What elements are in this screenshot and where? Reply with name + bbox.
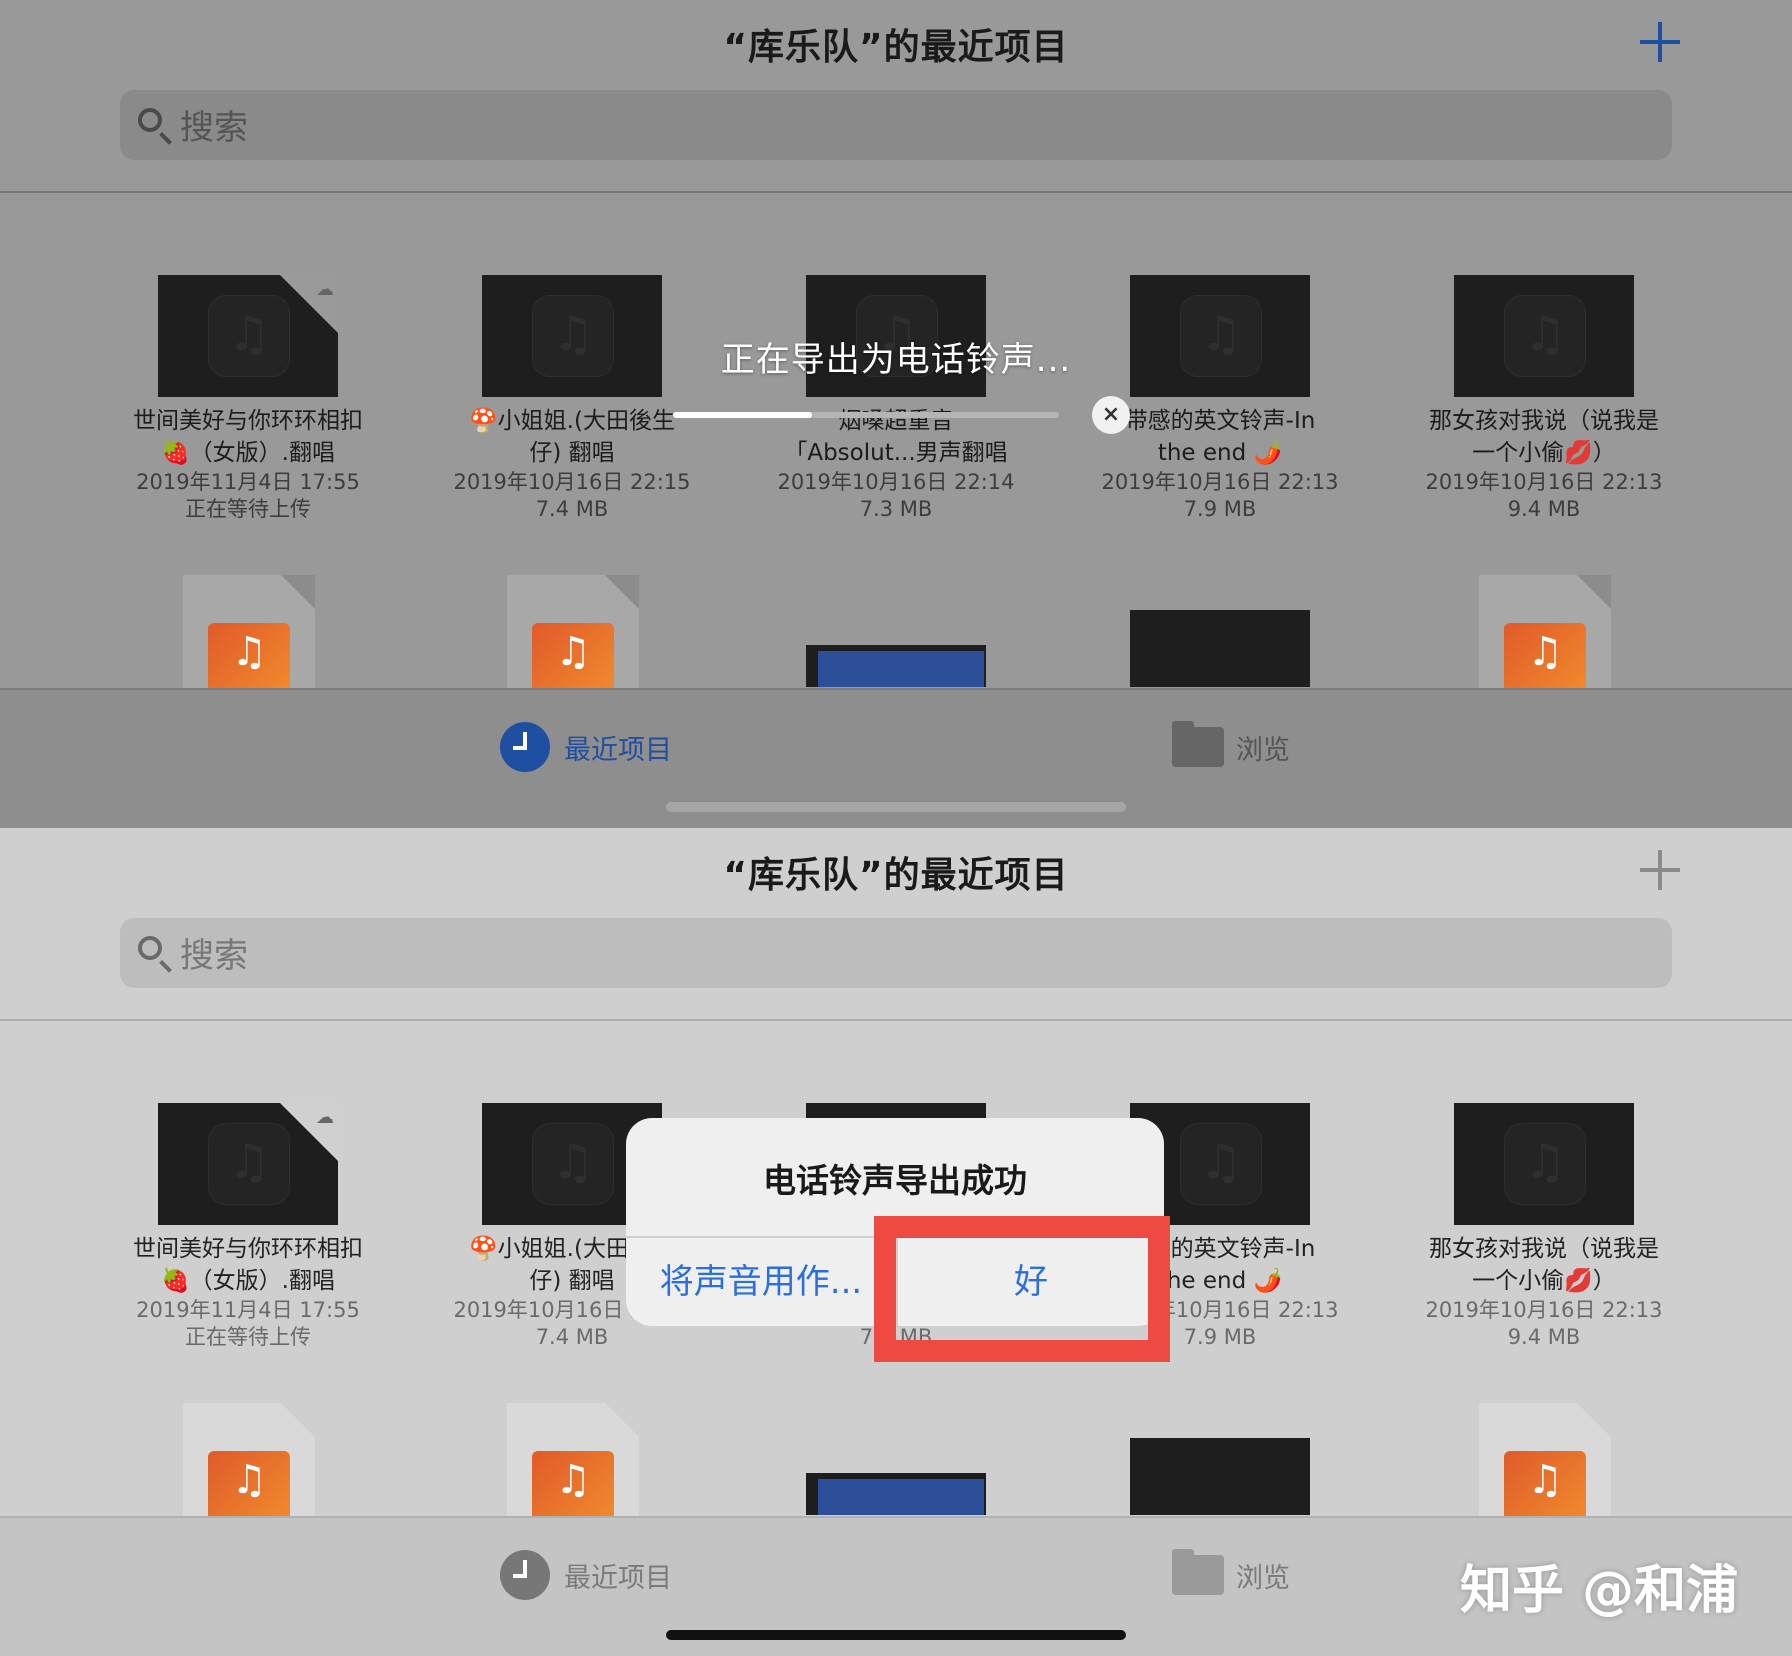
search-field[interactable]: 搜索: [120, 918, 1672, 988]
use-sound-as-button[interactable]: 将声音用作...: [626, 1238, 896, 1326]
file-size: 7.3 MB: [859, 497, 933, 521]
file-size: 9.4 MB: [1507, 497, 1581, 521]
file-date: 2019年10月16日 22:13: [1425, 1298, 1663, 1322]
garageband-icon: [1504, 1123, 1586, 1205]
project-thumbnail: [1130, 610, 1310, 687]
home-indicator[interactable]: [666, 1630, 1126, 1640]
file-item-partial[interactable]: [1454, 1403, 1634, 1533]
file-size: 7.4 MB: [535, 1325, 609, 1349]
project-thumbnail: [1130, 1438, 1310, 1515]
file-item[interactable]: 那女孩对我说（说我是一个小偷💋） 2019年10月16日 22:13 9.4 M…: [1384, 275, 1704, 523]
document-icon: [183, 1403, 315, 1533]
top-screenshot-exporting: “库乐队”的最近项目 搜索 ☁ 世间美好与你环环相扣🍓（女版）.翻唱 2019年…: [0, 0, 1792, 828]
garageband-app-icon: [1504, 1451, 1586, 1521]
file-item[interactable]: 烟嗓超重音「Absolut...男声翻唱 2019年10月16日 22:14 7…: [736, 275, 1056, 523]
file-status: 正在等待上传: [185, 497, 311, 521]
ok-highlight-annotation: [874, 1216, 1170, 1362]
file-item[interactable]: ☁ 世间美好与你环环相扣🍓（女版）.翻唱 2019年11月4日 17:55 正在…: [88, 275, 408, 523]
screenshot-thumbnail: [806, 645, 986, 687]
tab-browse-label: 浏览: [1236, 734, 1290, 766]
file-name: 世间美好与你环环相扣 🍓（女版）.翻唱: [133, 1236, 363, 1294]
tab-browse[interactable]: 浏览: [1172, 1548, 1290, 1602]
cloud-icon: ☁: [316, 279, 334, 300]
file-item-partial[interactable]: [806, 575, 986, 687]
clock-icon: [500, 722, 550, 772]
folder-icon: [1172, 1549, 1224, 1595]
document-icon: [1479, 1403, 1611, 1533]
file-item[interactable]: ☁ 世间美好与你环环相扣🍓（女版）.翻唱 2019年11月4日 17:55 正在…: [88, 1103, 408, 1351]
document-icon: [1479, 575, 1611, 705]
file-date: 2019年10月16日 22:14: [777, 470, 1015, 494]
folder-icon: [1172, 721, 1224, 767]
garageband-icon: [1180, 1123, 1262, 1205]
watermark: 知乎 @和浦: [1460, 1561, 1739, 1621]
tab-browse-label: 浏览: [1236, 1562, 1290, 1594]
search-placeholder: 搜索: [180, 936, 248, 976]
garageband-app-icon: [1504, 623, 1586, 693]
file-name: 那女孩对我说（说我是 一个小偷💋）: [1429, 408, 1659, 466]
add-project-button[interactable]: [1638, 20, 1682, 64]
file-item-partial[interactable]: [1454, 575, 1634, 705]
file-item[interactable]: 🍄小姐姐.(大田後生仔) 翻唱 2019年10月16日 22:15 7.4 MB: [412, 275, 732, 523]
header-divider: [0, 191, 1792, 193]
tab-recent-label: 最近项目: [564, 1562, 672, 1594]
file-item-partial[interactable]: [482, 1403, 662, 1533]
search-placeholder: 搜索: [180, 108, 248, 148]
project-thumbnail: [1454, 1103, 1634, 1225]
document-icon: [507, 1403, 639, 1533]
file-date: 2019年11月4日 17:55: [136, 470, 360, 494]
garageband-app-icon: [532, 1451, 614, 1521]
file-date: 2019年11月4日 17:55: [136, 1298, 360, 1322]
file-item[interactable]: 那女孩对我说（说我是一个小偷💋） 2019年10月16日 22:13 9.4 M…: [1384, 1103, 1704, 1351]
file-date: 2019年10月16日 22:13: [1425, 470, 1663, 494]
garageband-app-icon: [208, 1451, 290, 1521]
export-progress-fill: [673, 412, 812, 418]
project-thumbnail: ☁: [158, 1103, 338, 1225]
export-status: 正在导出为电话铃声...: [720, 340, 1072, 380]
search-field[interactable]: 搜索: [120, 90, 1672, 160]
header-divider: [0, 1019, 1792, 1021]
tab-recent[interactable]: 最近项目: [500, 1548, 672, 1602]
export-progress-bar: [673, 412, 1059, 418]
file-item-partial[interactable]: [482, 575, 662, 705]
file-item-partial[interactable]: [158, 575, 338, 705]
file-status: 正在等待上传: [185, 1325, 311, 1349]
search-icon: [138, 108, 162, 132]
file-item-partial[interactable]: [1130, 575, 1310, 687]
garageband-icon: [208, 1123, 290, 1205]
screenshot-thumbnail: [806, 1473, 986, 1515]
document-icon: [507, 575, 639, 705]
tab-recent[interactable]: 最近项目: [500, 720, 672, 774]
garageband-app-icon: [208, 623, 290, 693]
file-size: 7.4 MB: [535, 497, 609, 521]
file-item-partial[interactable]: [158, 1403, 338, 1533]
cloud-icon: ☁: [316, 1107, 334, 1128]
garageband-icon: [532, 1123, 614, 1205]
clock-icon: [500, 1550, 550, 1600]
file-date: 2019年10月16日 22:13: [1101, 470, 1339, 494]
file-item-partial[interactable]: [1130, 1403, 1310, 1515]
tab-browse[interactable]: 浏览: [1172, 720, 1290, 774]
page-title: “库乐队”的最近项目: [723, 855, 1069, 896]
page-title: “库乐队”的最近项目: [723, 27, 1069, 68]
document-icon: [183, 575, 315, 705]
file-date: 2019年10月16日 22:15: [453, 470, 691, 494]
search-icon: [138, 936, 162, 960]
garageband-app-icon: [532, 623, 614, 693]
file-size: 9.4 MB: [1507, 1325, 1581, 1349]
tab-recent-label: 最近项目: [564, 734, 672, 766]
file-name: 那女孩对我说（说我是 一个小偷💋）: [1429, 1236, 1659, 1294]
file-size: 7.9 MB: [1183, 497, 1257, 521]
file-item-partial[interactable]: [806, 1403, 986, 1515]
add-project-button[interactable]: [1638, 848, 1682, 892]
file-name: 世间美好与你环环相扣 🍓（女版）.翻唱: [133, 408, 363, 466]
home-indicator[interactable]: [666, 802, 1126, 812]
cancel-export-button[interactable]: ×: [1092, 396, 1130, 434]
alert-title: 电话铃声导出成功: [763, 1161, 1027, 1200]
